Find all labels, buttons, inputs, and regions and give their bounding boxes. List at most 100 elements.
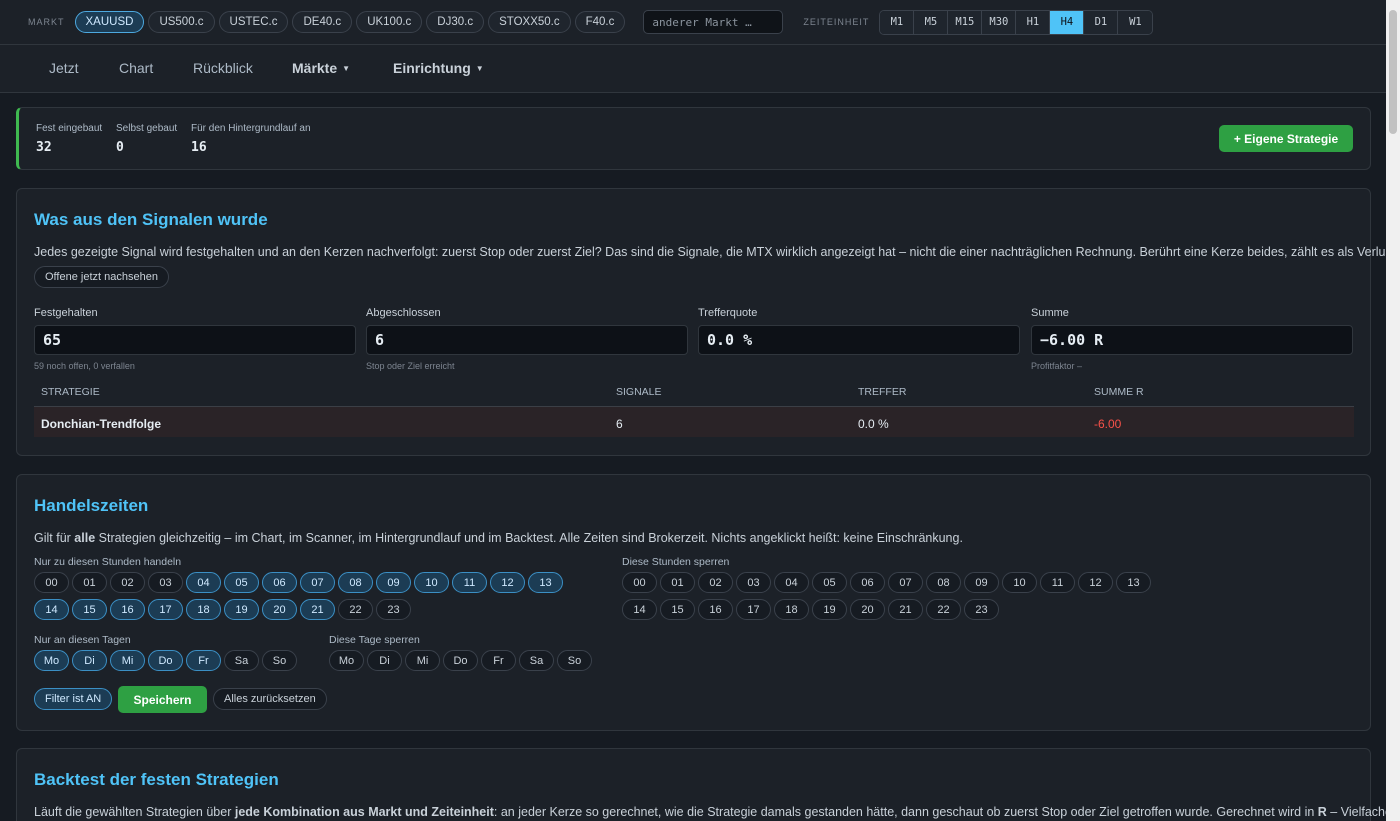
desc-bold: alle (74, 531, 96, 545)
trade-hour-chip[interactable]: 11 (452, 572, 487, 593)
block-hour-chip[interactable]: 23 (964, 599, 999, 620)
col-header-summe-r[interactable]: SUMME R (1094, 386, 1144, 398)
block-hour-chip[interactable]: 14 (622, 599, 657, 620)
timeframe-button[interactable]: M1 (880, 10, 915, 34)
block-hour-chip[interactable]: 13 (1116, 572, 1151, 593)
col-header-treffer[interactable]: TREFFER (858, 386, 906, 398)
nav-rueckblick[interactable]: Rückblick (193, 60, 253, 76)
block-hour-chip[interactable]: 16 (698, 599, 733, 620)
trade-hour-chip[interactable]: 16 (110, 599, 145, 620)
trade-hour-chip[interactable]: 05 (224, 572, 259, 593)
market-pill[interactable]: F40.c (574, 11, 626, 33)
nav-jetzt[interactable]: Jetzt (49, 60, 79, 76)
timeframe-button[interactable]: D1 (1084, 10, 1119, 34)
block-hour-chip[interactable]: 17 (736, 599, 771, 620)
trade-hour-chip[interactable]: 18 (186, 599, 221, 620)
timeframe-button[interactable]: W1 (1118, 10, 1153, 34)
trade-hour-chip[interactable]: 22 (338, 599, 373, 620)
block-day-chip[interactable]: Mi (405, 650, 440, 671)
market-pill[interactable]: DE40.c (292, 11, 353, 33)
reset-all-button[interactable]: Alles zurücksetzen (213, 688, 327, 710)
block-day-chip[interactable]: So (557, 650, 592, 671)
timeframe-button[interactable]: M30 (982, 10, 1017, 34)
market-pill[interactable]: STOXX50.c (488, 11, 571, 33)
trade-hour-chip[interactable]: 09 (376, 572, 411, 593)
trade-day-chip[interactable]: Mi (110, 650, 145, 671)
timeframe-button[interactable]: M15 (948, 10, 983, 34)
page-scrollbar[interactable] (1386, 0, 1400, 821)
nav-chart[interactable]: Chart (119, 60, 153, 76)
trade-days-chips: Mo Di Mi Do Fr Sa So (34, 650, 334, 677)
field-sub: Stop oder Ziel erreicht (366, 361, 455, 371)
trade-hour-chip[interactable]: 19 (224, 599, 259, 620)
col-header-strategie[interactable]: STRATEGIE (41, 386, 100, 398)
block-hour-chip[interactable]: 21 (888, 599, 923, 620)
nav-maerkte-menu[interactable]: Märkte ▼ (292, 60, 350, 76)
block-hour-chip[interactable]: 11 (1040, 572, 1075, 593)
scrollbar-thumb[interactable] (1389, 10, 1397, 134)
block-day-chip[interactable]: Sa (519, 650, 554, 671)
save-button[interactable]: Speichern (118, 686, 207, 713)
timeframe-button[interactable]: H4 (1050, 10, 1085, 34)
filter-toggle-button[interactable]: Filter ist AN (34, 688, 113, 710)
block-hour-chip[interactable]: 18 (774, 599, 809, 620)
trade-hour-chip[interactable]: 23 (376, 599, 411, 620)
block-hour-chip[interactable]: 04 (774, 572, 809, 593)
trade-hour-chip[interactable]: 14 (34, 599, 69, 620)
block-day-chip[interactable]: Mo (329, 650, 364, 671)
block-hour-chip[interactable]: 22 (926, 599, 961, 620)
trade-day-chip[interactable]: Fr (186, 650, 221, 671)
block-hour-chip[interactable]: 00 (622, 572, 657, 593)
market-pill[interactable]: DJ30.c (426, 11, 485, 33)
trade-hour-chip[interactable]: 20 (262, 599, 297, 620)
stat-label: Fest eingebaut (36, 123, 103, 134)
block-hour-chip[interactable]: 07 (888, 572, 923, 593)
block-hour-chip[interactable]: 05 (812, 572, 847, 593)
block-hour-chip[interactable]: 19 (812, 599, 847, 620)
trade-hour-chip[interactable]: 21 (300, 599, 335, 620)
trade-day-chip[interactable]: Do (148, 650, 183, 671)
col-header-signale[interactable]: SIGNALE (616, 386, 662, 398)
block-hour-chip[interactable]: 20 (850, 599, 885, 620)
trade-hour-chip[interactable]: 04 (186, 572, 221, 593)
trade-hour-chip[interactable]: 13 (528, 572, 563, 593)
trade-hour-chip[interactable]: 06 (262, 572, 297, 593)
timeframe-button[interactable]: M5 (914, 10, 949, 34)
trade-hour-chip[interactable]: 01 (72, 572, 107, 593)
block-hour-chip[interactable]: 03 (736, 572, 771, 593)
trade-hour-chip[interactable]: 17 (148, 599, 183, 620)
table-row[interactable]: Donchian-Trendfolge 6 0.0 % -6.00 (34, 406, 1354, 437)
market-pill[interactable]: XAUUSD (74, 11, 145, 33)
market-pill[interactable]: UK100.c (356, 11, 423, 33)
block-hour-chip[interactable]: 09 (964, 572, 999, 593)
block-hour-chip[interactable]: 10 (1002, 572, 1037, 593)
trade-day-chip[interactable]: Di (72, 650, 107, 671)
check-open-button[interactable]: Offene jetzt nachsehen (34, 266, 169, 288)
block-hour-chip[interactable]: 06 (850, 572, 885, 593)
trade-hour-chip[interactable]: 10 (414, 572, 449, 593)
block-day-chip[interactable]: Di (367, 650, 402, 671)
market-pill[interactable]: US500.c (148, 11, 215, 33)
trade-hour-chip[interactable]: 03 (148, 572, 183, 593)
trade-hour-chip[interactable]: 02 (110, 572, 145, 593)
timeframe-button[interactable]: H1 (1016, 10, 1051, 34)
block-hour-chip[interactable]: 01 (660, 572, 695, 593)
block-day-chip[interactable]: Do (443, 650, 478, 671)
trade-hour-chip[interactable]: 07 (300, 572, 335, 593)
block-day-chip[interactable]: Fr (481, 650, 516, 671)
market-pill[interactable]: USTEC.c (218, 11, 289, 33)
block-hour-chip[interactable]: 08 (926, 572, 961, 593)
block-hour-chip[interactable]: 15 (660, 599, 695, 620)
block-hour-chip[interactable]: 02 (698, 572, 733, 593)
trade-day-chip[interactable]: Mo (34, 650, 69, 671)
trade-hour-chip[interactable]: 15 (72, 599, 107, 620)
trade-hour-chip[interactable]: 00 (34, 572, 69, 593)
market-search-input[interactable]: anderer Markt … (643, 10, 784, 34)
trade-day-chip[interactable]: So (262, 650, 297, 671)
add-strategy-button[interactable]: + Eigene Strategie (1219, 125, 1353, 152)
trade-hour-chip[interactable]: 12 (490, 572, 525, 593)
block-hour-chip[interactable]: 12 (1078, 572, 1113, 593)
trade-hour-chip[interactable]: 08 (338, 572, 373, 593)
nav-einrichtung-menu[interactable]: Einrichtung ▼ (393, 60, 484, 76)
trade-day-chip[interactable]: Sa (224, 650, 259, 671)
